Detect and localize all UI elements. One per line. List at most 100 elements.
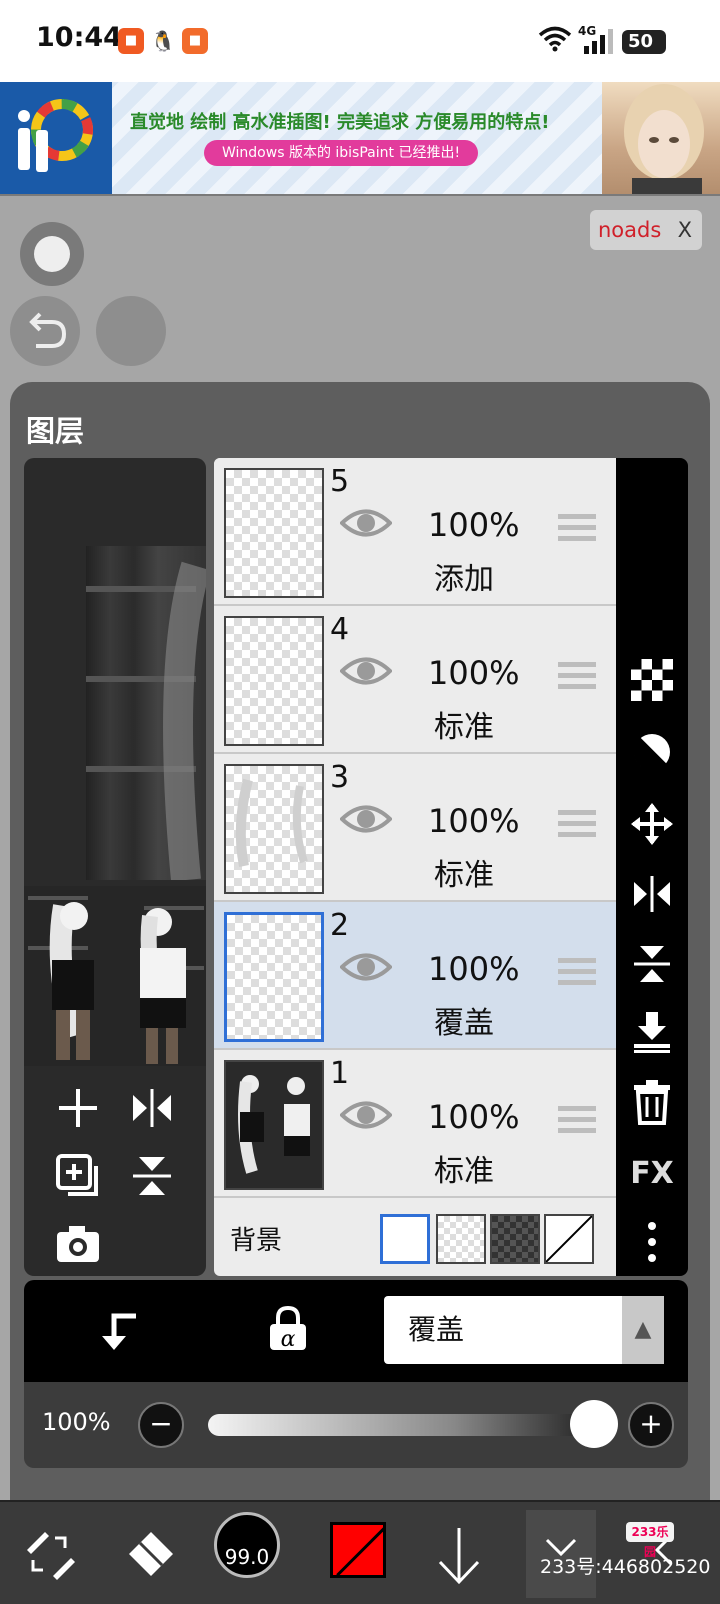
plus-icon: [59, 1089, 97, 1127]
layer-flip-horizontal-button[interactable]: [626, 868, 678, 920]
opacity-increase-button[interactable]: +: [628, 1402, 674, 1448]
status-time: 10:44: [36, 22, 122, 53]
layer-number: 4: [330, 612, 350, 647]
merge-down-button[interactable]: [626, 1006, 678, 1058]
blend-mode-select[interactable]: 覆盖 ▲: [384, 1296, 664, 1364]
eye-icon[interactable]: [340, 506, 392, 540]
flip-vertical-button[interactable]: [122, 1148, 182, 1204]
layer-thumbnail[interactable]: [224, 468, 324, 598]
drag-handle-icon[interactable]: [558, 958, 596, 988]
ad-character-image: [602, 82, 720, 194]
layer-row[interactable]: 1 100% 标准: [214, 1050, 616, 1198]
drag-handle-icon[interactable]: [558, 810, 596, 840]
layer-list: 5 100% 添加 4 100% 标准 3 100% 标准 2 100% 覆盖 1 100% 标准 背景: [214, 458, 616, 1276]
ad-headline: 直觉地 绘制 高水准插图! 完美追求 方便易用的特点!: [130, 112, 550, 133]
opacity-slider[interactable]: [208, 1414, 618, 1436]
drag-handle-icon[interactable]: [558, 1106, 596, 1136]
background-none-swatch[interactable]: [544, 1214, 594, 1264]
drag-handle-icon[interactable]: [558, 662, 596, 692]
opacity-slider-handle[interactable]: [570, 1400, 618, 1448]
trash-icon: [634, 1080, 670, 1125]
redo-button[interactable]: [96, 296, 166, 366]
brush-size-value: 99.0: [224, 1545, 270, 1569]
camera-button[interactable]: [48, 1216, 108, 1272]
ibispaint-logo: [0, 82, 112, 194]
undo-button[interactable]: [10, 296, 80, 366]
eye-icon[interactable]: [340, 654, 392, 688]
color-picker-button[interactable]: [330, 1522, 386, 1578]
opacity-value: 100%: [42, 1408, 111, 1436]
panel-title: 图层: [26, 414, 85, 448]
eye-icon[interactable]: [340, 1098, 392, 1132]
clipping-icon: [102, 1313, 136, 1350]
tool-selection-button[interactable]: [14, 1510, 84, 1598]
layer-row[interactable]: 3 100% 标准: [214, 754, 616, 902]
move-button[interactable]: [626, 798, 678, 850]
layer-row[interactable]: 5 100% 添加: [214, 458, 616, 606]
arrow-down-icon: [438, 1528, 480, 1585]
ad-subline: Windows 版本的 ibisPaint 已经推出!: [204, 140, 479, 166]
layer-number: 3: [330, 760, 350, 795]
background-white-swatch[interactable]: [380, 1214, 430, 1264]
flip-vertical-icon: [133, 1157, 171, 1195]
layer-thumbnail[interactable]: [224, 1060, 324, 1190]
invert-button[interactable]: [626, 726, 678, 778]
background-transparent-swatch[interactable]: [436, 1214, 486, 1264]
clipping-button[interactable]: [96, 1308, 142, 1364]
layer-thumbnail[interactable]: [224, 912, 324, 1042]
app-notification-icon-2: ■: [182, 28, 208, 54]
layer-blend-mode: 标准: [434, 858, 494, 893]
battery-indicator: 50: [622, 30, 666, 54]
layer-number: 2: [330, 908, 350, 943]
fx-button[interactable]: FX: [626, 1148, 678, 1200]
layer-opacity: 100%: [428, 950, 520, 988]
flip-horizontal-button[interactable]: [122, 1080, 182, 1136]
layer-row[interactable]: 4 100% 标准: [214, 606, 616, 754]
opacity-row: 100% − +: [24, 1382, 688, 1468]
app-notification-icon: ■: [118, 28, 144, 54]
background-row: 背景: [214, 1196, 616, 1276]
delete-layer-button[interactable]: [626, 1076, 678, 1128]
layer-opacity: 100%: [428, 1098, 520, 1136]
blend-mode-value: 覆盖: [408, 1313, 465, 1346]
camera-icon: [57, 1226, 99, 1262]
duplicate-layer-button[interactable]: [48, 1148, 108, 1204]
more-options-button[interactable]: [626, 1216, 678, 1268]
eye-icon[interactable]: [340, 950, 392, 984]
duplicate-icon: [56, 1154, 98, 1196]
background-label: 背景: [230, 1226, 283, 1256]
background-dark-swatch[interactable]: [490, 1214, 540, 1264]
slash-icon: [545, 1215, 593, 1263]
merge-down-icon: [634, 1012, 670, 1053]
brush-preview-button[interactable]: [20, 222, 84, 286]
layer-thumbnail[interactable]: [224, 764, 324, 894]
signal-icon: [584, 29, 613, 54]
canvas-zoomed-image: [86, 546, 206, 882]
layer-row[interactable]: 2 100% 覆盖: [214, 902, 616, 1050]
drag-handle-icon[interactable]: [558, 514, 596, 544]
layer-down-button[interactable]: [424, 1510, 494, 1598]
transparency-button[interactable]: [626, 654, 678, 706]
eye-icon[interactable]: [340, 802, 392, 836]
canvas-thumbnail[interactable]: [24, 886, 206, 1066]
noads-button[interactable]: noads X: [590, 210, 702, 250]
layer-number: 5: [330, 464, 350, 499]
flip-horizontal-icon: [634, 876, 670, 912]
qq-icon: 🐧: [150, 28, 176, 54]
eraser-icon: [129, 1532, 173, 1576]
alpha-lock-button[interactable]: α: [268, 1305, 308, 1352]
status-bar: 10:44 ■ 🐧 ■ 4G 50: [0, 0, 720, 82]
opacity-decrease-button[interactable]: −: [138, 1402, 184, 1448]
move-icon: [631, 803, 673, 845]
layer-flip-vertical-button[interactable]: [626, 938, 678, 990]
layer-blend-mode: 添加: [434, 562, 494, 597]
ad-banner[interactable]: 直觉地 绘制 高水准插图! 完美追求 方便易用的特点! Windows 版本的 …: [0, 82, 720, 194]
layer-blend-mode: 标准: [434, 710, 494, 745]
add-layer-button[interactable]: [48, 1080, 108, 1136]
wifi-icon: [538, 26, 572, 52]
close-ad-button[interactable]: X: [678, 210, 692, 250]
canvas-preview[interactable]: [24, 458, 206, 1276]
eraser-tool-button[interactable]: [116, 1510, 186, 1598]
brush-size-button[interactable]: 99.0: [214, 1512, 280, 1578]
layer-thumbnail[interactable]: [224, 616, 324, 746]
